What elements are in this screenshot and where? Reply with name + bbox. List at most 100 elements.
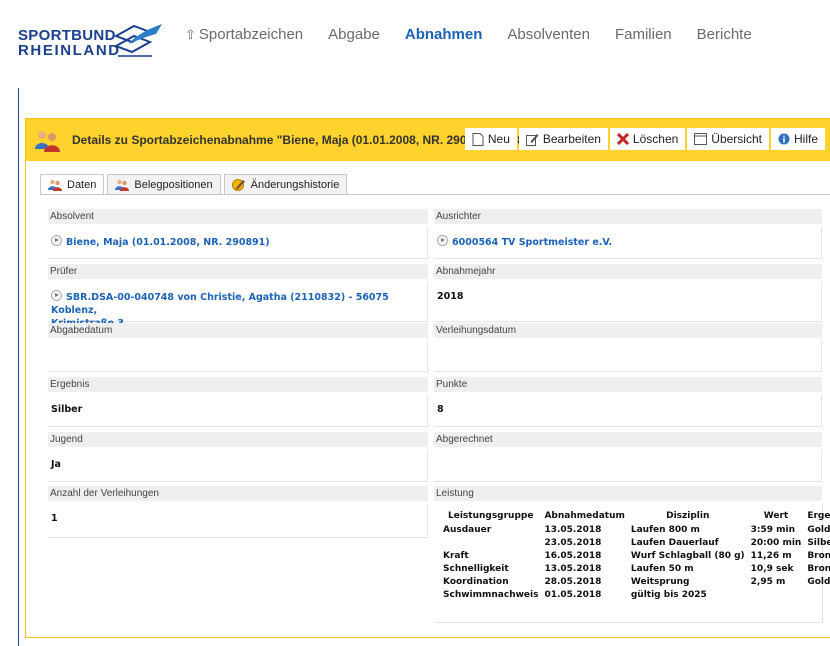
tab-aenderungshistorie[interactable]: Änderungshistorie (223, 174, 348, 194)
anzahl-value: 1 (48, 504, 428, 538)
ausrichter-link[interactable]: 6000564 TV Sportmeister e.V. (452, 237, 612, 248)
punkte-value: 8 (434, 395, 822, 427)
edit-icon (525, 133, 539, 146)
cell-gruppe: Ausdauer (443, 524, 492, 535)
jugend-value: Ja (48, 450, 428, 482)
absolvent-link[interactable]: Biene, Maja (01.01.2008, NR. 290891) (66, 237, 270, 248)
cell-wert: 20:00 min (750, 537, 802, 548)
cell-disziplin: Laufen 800 m (630, 524, 700, 535)
pruefer-value[interactable]: SBR.DSA-00-040748 von Christie, Agatha (… (48, 282, 428, 329)
nav-absolventen[interactable]: Absolventen (507, 26, 590, 43)
cell-wert: 11,26 m (750, 550, 792, 561)
cell-gruppe: Koordination (443, 576, 509, 587)
help-button-label: Hilfe (793, 132, 818, 146)
help-button[interactable]: Hilfe (770, 128, 825, 150)
cell-gruppe: Schwimmnachweis (443, 589, 539, 600)
cell-datum: 23.05.2018 (544, 537, 602, 548)
abgerechnet-label: Abgerechnet (434, 432, 822, 447)
new-button[interactable]: Neu (464, 128, 517, 150)
users-icon (35, 131, 60, 152)
main-nav: ⇧ Sportabzeichen Abgabe Abnahmen Absolven… (185, 26, 777, 43)
abnahmejahr-value: 2018 (434, 282, 822, 322)
cell-ergebnis: Silber (807, 537, 830, 548)
abgerechnet-value (434, 450, 822, 482)
tab-belegpositionen[interactable]: Belegpositionen (107, 174, 221, 194)
cell-datum: 13.05.2018 (544, 524, 602, 535)
top-navigation: SPORTBUND RHEINLAND ⇧ Sportabzeichen Abga… (0, 0, 830, 88)
table-row: Schwimmnachweis 01.05.2018 gültig bis 20… (440, 588, 830, 601)
pruefer-link-line1[interactable]: SBR.DSA-00-040748 von Christie, Agatha (… (51, 292, 389, 316)
ausrichter-label: Ausrichter (434, 209, 822, 224)
tab-belegpositionen-label: Belegpositionen (134, 178, 213, 191)
ergebnis-value: Silber (48, 395, 428, 427)
cell-datum: 13.05.2018 (544, 563, 602, 574)
edit-button[interactable]: Bearbeiten (518, 128, 608, 150)
detail-tabs: Daten Belegpositionen Änderungshistorie (40, 174, 350, 195)
verleihungsdatum-label: Verleihungsdatum (434, 323, 822, 338)
leistung-table: Leistungsgruppe Abnahmedatum Disziplin W… (440, 509, 830, 601)
nav-sportabzeichen[interactable]: ⇧ Sportabzeichen (185, 26, 303, 43)
delete-button[interactable]: Löschen (609, 128, 686, 150)
panel-header: Details zu Sportabzeichenabnahme "Biene,… (26, 119, 830, 161)
nav-abgabe[interactable]: Abgabe (328, 26, 380, 43)
cell-disziplin: Wurf Schlagball (80 g) (630, 550, 745, 561)
absolvent-label: Absolvent (48, 209, 428, 224)
cell-datum: 16.05.2018 (544, 550, 602, 561)
cell-ergebnis: Bronze (807, 563, 830, 574)
expand-arrow-icon (51, 290, 62, 301)
cell-gruppe: Kraft (443, 550, 469, 561)
ausrichter-value[interactable]: 6000564 TV Sportmeister e.V. (434, 227, 822, 259)
overview-window-icon (694, 133, 708, 145)
table-row: Kraft 16.05.2018 Wurf Schlagball (80 g) … (440, 549, 830, 562)
tab-aenderungshistorie-label: Änderungshistorie (250, 178, 340, 191)
users-icon (48, 179, 62, 191)
tab-divider (40, 194, 830, 195)
verleihungsdatum-value (434, 341, 822, 372)
panel-title: Details zu Sportabzeichenabnahme "Biene,… (72, 133, 530, 147)
panel-toolbar: Neu Bearbeiten Löschen Übersicht Hilfe (463, 128, 825, 150)
col-disziplin: Disziplin (666, 511, 710, 521)
cell-gruppe (440, 536, 541, 549)
table-row: Schnelligkeit 13.05.2018 Laufen 50 m 10,… (440, 562, 830, 575)
abgabedatum-value (48, 341, 428, 372)
overview-button[interactable]: Übersicht (687, 128, 769, 150)
nav-abnahmen[interactable]: Abnahmen (405, 26, 483, 43)
tab-daten-label: Daten (67, 179, 97, 191)
col-wert: Wert (763, 511, 789, 521)
cell-datum: 01.05.2018 (544, 589, 602, 600)
expand-arrow-icon (51, 235, 62, 246)
nav-berichte[interactable]: Berichte (697, 26, 752, 43)
new-button-label: Neu (487, 132, 510, 146)
export-icon: ⇧ (185, 27, 196, 42)
punkte-label: Punkte (434, 377, 822, 392)
logo-line1: SPORTBUND (18, 27, 116, 44)
jugend-label: Jugend (48, 432, 428, 447)
sportbund-logo[interactable]: SPORTBUND RHEINLAND (18, 22, 168, 68)
cell-wert: 3:59 min (750, 524, 796, 535)
table-row: Koordination 28.05.2018 Weitsprung 2,95 … (440, 575, 830, 588)
cell-wert: 10,9 sek (750, 563, 794, 574)
cell-disziplin: Laufen 50 m (630, 563, 694, 574)
info-icon (778, 133, 790, 145)
cell-gruppe: Schnelligkeit (443, 563, 509, 574)
col-abnahmedatum: Abnahmedatum (544, 511, 625, 521)
overview-button-label: Übersicht (711, 132, 762, 146)
table-row: 23.05.2018 Laufen Dauerlauf 20:00 min Si… (440, 536, 830, 549)
nav-familien[interactable]: Familien (615, 26, 672, 43)
cell-ergebnis: Bronze (807, 550, 830, 561)
logo-text: SPORTBUND RHEINLAND (18, 28, 121, 58)
leistung-header-row: Leistungsgruppe Abnahmedatum Disziplin W… (440, 509, 830, 523)
new-document-icon (472, 132, 484, 146)
detail-panel: Details zu Sportabzeichenabnahme "Biene,… (25, 118, 830, 638)
cell-wert (748, 588, 805, 601)
history-pencil-icon (231, 178, 246, 191)
logo-mark-icon (113, 24, 162, 57)
absolvent-value[interactable]: Biene, Maja (01.01.2008, NR. 290891) (48, 227, 428, 259)
cell-datum: 28.05.2018 (544, 576, 602, 587)
users-icon (115, 179, 130, 191)
tab-daten[interactable]: Daten (40, 174, 105, 195)
logo-line2: RHEINLAND (18, 42, 121, 59)
col-ergebnis: Ergebnis (807, 511, 830, 521)
cell-ergebnis: Gold (807, 524, 830, 535)
abgabedatum-label: Abgabedatum (48, 323, 428, 338)
